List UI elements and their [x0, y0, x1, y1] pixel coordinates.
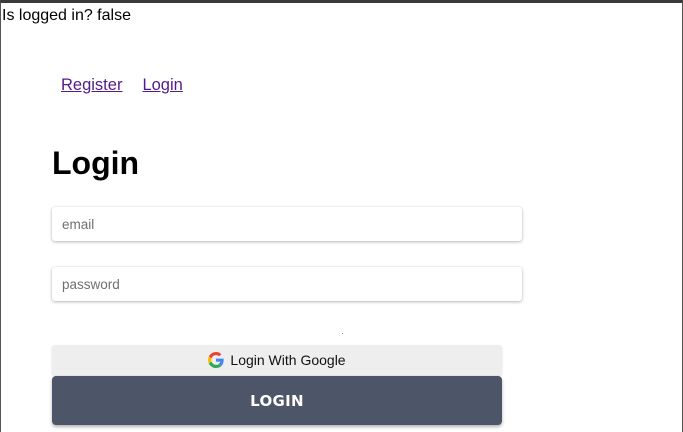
google-g-icon: [208, 352, 225, 368]
google-button-label: Login With Google: [230, 352, 346, 368]
register-link[interactable]: Register: [61, 75, 122, 95]
browser-viewport: Is logged in? false Register Login Login…: [0, 0, 683, 432]
login-submit-button[interactable]: LOGIN: [52, 376, 502, 425]
login-with-google-button[interactable]: Login With Google: [52, 345, 502, 375]
top-nav: Register Login: [61, 75, 183, 95]
login-link[interactable]: Login: [142, 75, 182, 95]
login-status-text: Is logged in? false: [2, 7, 131, 24]
decorative-dot: [342, 333, 343, 334]
page-title: Login: [52, 145, 140, 181]
email-field[interactable]: [52, 207, 522, 241]
password-field[interactable]: [52, 267, 522, 301]
